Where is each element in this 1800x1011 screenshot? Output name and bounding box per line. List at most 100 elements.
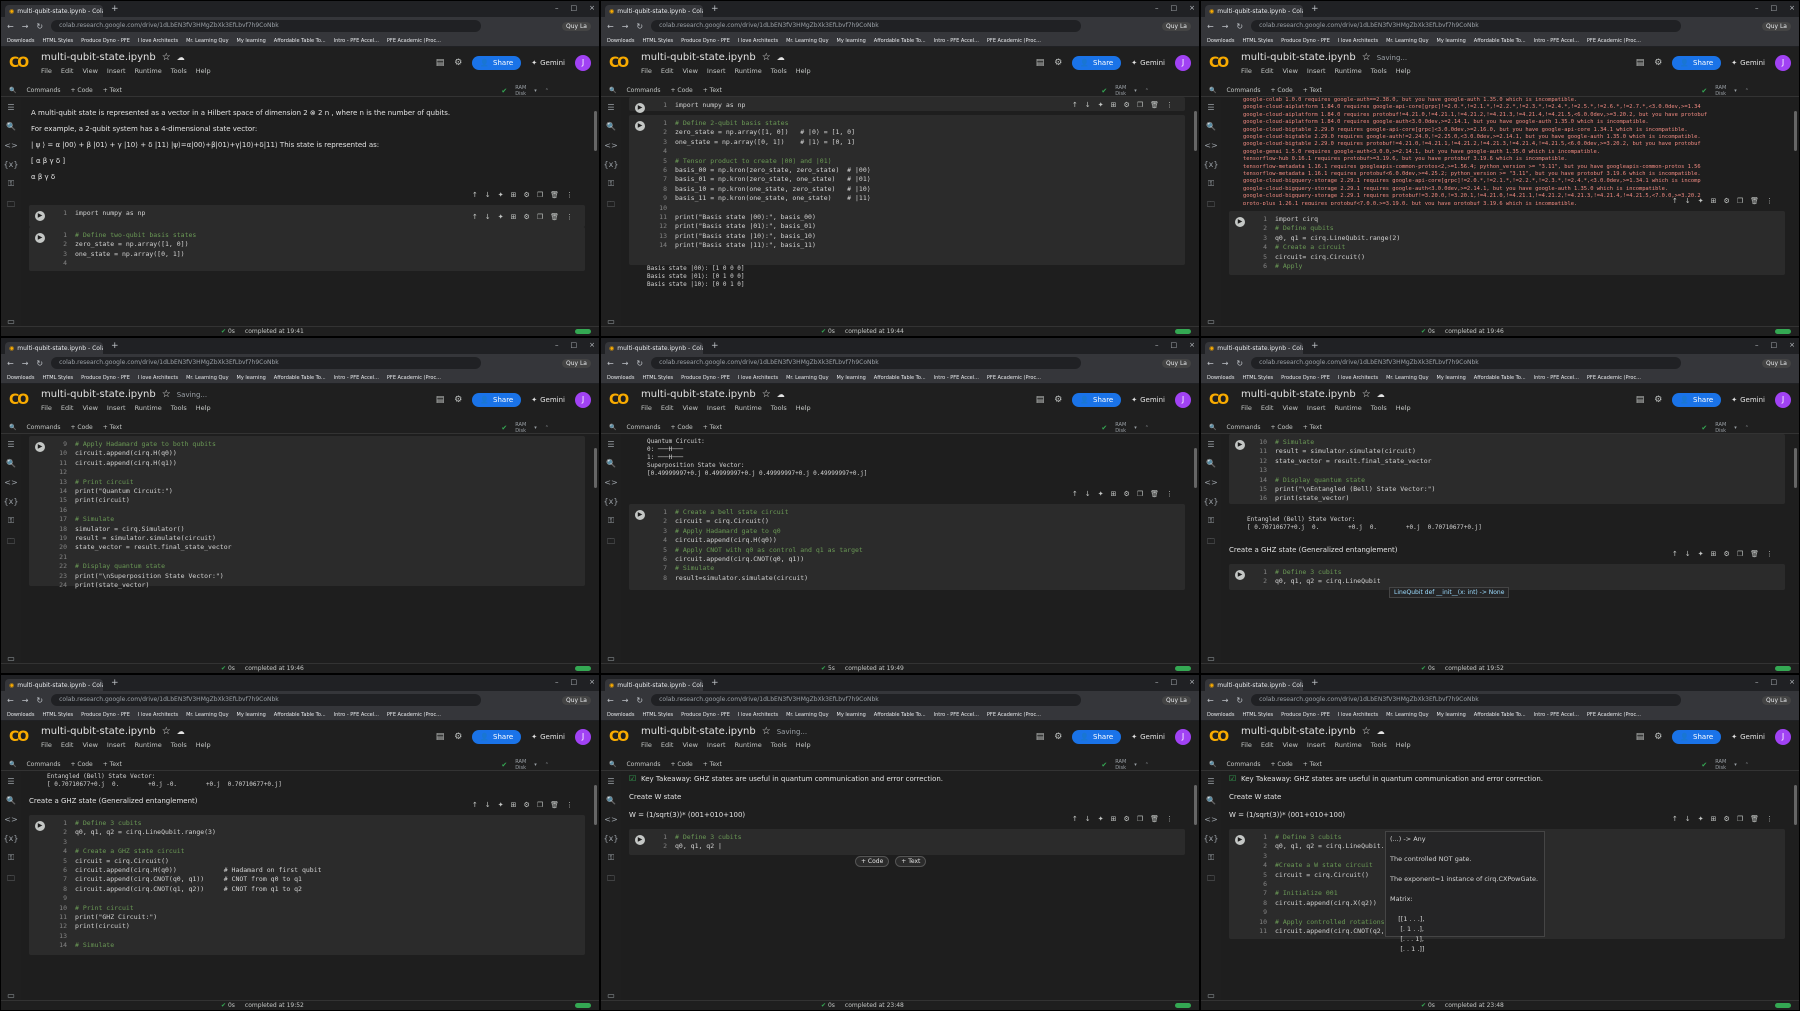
menu-file[interactable]: File <box>41 741 52 749</box>
colab-logo-icon[interactable]: CO <box>9 392 29 408</box>
bookmark-item[interactable]: Intro - PFE Accel... <box>934 712 979 718</box>
comment-icon[interactable]: ⊞ <box>1711 197 1717 205</box>
add-text-button[interactable]: + Text <box>703 87 722 94</box>
link-icon[interactable]: ✦ <box>498 801 504 809</box>
scrollbar[interactable] <box>1794 785 1797 825</box>
bookmark-item[interactable]: PFE Academic (Proc... <box>387 712 441 718</box>
arrow-down-icon[interactable]: ↓ <box>1085 490 1091 498</box>
menu-insert[interactable]: Insert <box>1307 67 1326 75</box>
browser-tab[interactable]: ◉multi-qubit-state.ipynb - Colab× <box>5 679 103 691</box>
run-cell-button[interactable]: ▶ <box>635 510 645 520</box>
reload-icon[interactable]: ↻ <box>36 359 43 368</box>
bookmark-item[interactable]: Produce Dyno - PFE <box>681 375 730 381</box>
run-cell-button[interactable]: ▶ <box>635 835 645 845</box>
search-icon[interactable]: 🔍 <box>6 796 16 805</box>
menu-insert[interactable]: Insert <box>707 67 726 75</box>
add-code-button[interactable]: + Code <box>670 761 692 768</box>
menu-insert[interactable]: Insert <box>1307 741 1326 749</box>
reload-icon[interactable]: ↻ <box>36 22 43 31</box>
star-icon[interactable]: ☆ <box>1362 726 1371 737</box>
menu-view[interactable]: View <box>82 67 97 75</box>
more-icon[interactable]: ⋮ <box>1766 550 1773 558</box>
search-icon[interactable]: 🔍 <box>1206 459 1216 468</box>
secrets-key-icon[interactable]: ⚿ <box>608 853 614 863</box>
share-button[interactable]: 👤 Share <box>472 730 522 744</box>
forward-icon[interactable]: → <box>622 359 629 368</box>
address-bar[interactable]: colab.research.google.com/drive/1dLbEN3f… <box>51 694 482 706</box>
terminal-icon[interactable]: ▭ <box>1207 654 1215 663</box>
bookmark-item[interactable]: HTML Styles <box>42 712 73 718</box>
new-tab-icon[interactable]: + <box>111 678 119 688</box>
secrets-key-icon[interactable]: ⚿ <box>608 179 614 189</box>
share-button[interactable]: 👤 Share <box>1672 56 1722 70</box>
profile-chip[interactable]: Quy La <box>561 358 591 368</box>
more-icon[interactable]: ⋮ <box>566 801 573 809</box>
comments-icon[interactable]: ▤ <box>436 732 445 742</box>
back-icon[interactable]: ← <box>1207 359 1214 368</box>
star-icon[interactable]: ☆ <box>762 52 771 63</box>
maximize-icon[interactable]: □ <box>1771 341 1778 349</box>
scrollbar[interactable] <box>1194 448 1197 488</box>
arrow-down-icon[interactable]: ↓ <box>1085 815 1091 823</box>
commands-button[interactable]: Commands <box>1226 424 1260 431</box>
colab-logo-icon[interactable]: CO <box>609 55 629 71</box>
reload-icon[interactable]: ↻ <box>36 696 43 705</box>
avatar[interactable]: J <box>1175 729 1191 745</box>
close-window-icon[interactable]: × <box>589 341 595 349</box>
secrets-key-icon[interactable]: ⚿ <box>8 179 14 189</box>
bookmark-item[interactable]: Mr. Learning Quy <box>1386 375 1428 381</box>
profile-chip[interactable]: Quy La <box>561 695 591 705</box>
forward-icon[interactable]: → <box>622 696 629 705</box>
link-icon[interactable]: ✦ <box>1698 197 1704 205</box>
menu-edit[interactable]: Edit <box>61 67 74 75</box>
file-name[interactable]: multi-qubit-state.ipynb <box>1241 52 1356 63</box>
bookmark-item[interactable]: HTML Styles <box>1242 712 1273 718</box>
address-bar[interactable]: colab.research.google.com/drive/1dLbEN3f… <box>651 20 1082 32</box>
chevron-down-icon[interactable]: ▾ <box>1734 88 1737 94</box>
delete-icon[interactable]: 🗑 <box>550 191 559 199</box>
browser-tab[interactable]: ◉multi-qubit-state.ipynb - Colab× <box>1205 679 1303 691</box>
run-cell-button[interactable]: ▶ <box>35 233 45 243</box>
ram-disk-indicator[interactable]: ✔ RAM Disk ▾ ⌃ <box>1701 759 1749 771</box>
bookmark-item[interactable]: I love Architects <box>1338 712 1378 718</box>
code-editor[interactable]: 1 import cirq 2 # Define qubits 3 q0, q1 = ci… <box>1253 215 1781 271</box>
add-text-button[interactable]: + Text <box>103 761 122 768</box>
secrets-key-icon[interactable]: ⚿ <box>1208 516 1214 526</box>
bookmark-item[interactable]: PFE Academic (Proc... <box>987 375 1041 381</box>
comments-icon[interactable]: ▤ <box>1036 395 1045 405</box>
bookmark-item[interactable]: Intro - PFE Accel... <box>334 38 379 44</box>
forward-icon[interactable]: → <box>22 359 29 368</box>
bookmark-item[interactable]: PFE Academic (Proc... <box>387 375 441 381</box>
forward-icon[interactable]: → <box>1222 359 1229 368</box>
more-icon[interactable]: ⋮ <box>566 213 573 221</box>
commands-search-icon[interactable]: 🔍 <box>9 87 16 94</box>
bookmark-item[interactable]: Produce Dyno - PFE <box>681 38 730 44</box>
bookmark-item[interactable]: Downloads <box>7 38 34 44</box>
gear-icon[interactable]: ⚙ <box>524 213 530 221</box>
add-text-button[interactable]: + Text <box>103 87 122 94</box>
file-name[interactable]: multi-qubit-state.ipynb <box>41 726 156 737</box>
menu-file[interactable]: File <box>1241 404 1252 412</box>
bookmark-item[interactable]: Produce Dyno - PFE <box>1281 375 1330 381</box>
chevron-up-icon[interactable]: ⌃ <box>545 762 549 768</box>
bookmark-item[interactable]: Intro - PFE Accel... <box>334 375 379 381</box>
menu-help[interactable]: Help <box>796 67 811 75</box>
minimize-icon[interactable]: – <box>1155 678 1159 686</box>
bookmark-item[interactable]: Intro - PFE Accel... <box>1534 375 1579 381</box>
forward-icon[interactable]: → <box>22 22 29 31</box>
secrets-key-icon[interactable]: ⚿ <box>8 516 14 526</box>
bookmark-item[interactable]: My learning <box>1437 375 1466 381</box>
file-name[interactable]: multi-qubit-state.ipynb <box>641 726 756 737</box>
bookmark-item[interactable]: Produce Dyno - PFE <box>81 38 130 44</box>
search-icon[interactable]: 🔍 <box>1206 122 1216 131</box>
maximize-icon[interactable]: □ <box>1171 678 1178 686</box>
comments-icon[interactable]: ▤ <box>436 58 445 68</box>
address-bar[interactable]: colab.research.google.com/drive/1dLbEN3f… <box>651 357 1082 369</box>
gemini-button[interactable]: ✦ Gemini <box>1131 59 1165 67</box>
bookmark-item[interactable]: My learning <box>237 712 266 718</box>
bookmark-item[interactable]: Downloads <box>1207 712 1234 718</box>
add-text-cell-button[interactable]: + Text <box>895 856 927 867</box>
bookmark-item[interactable]: Affordable Table To... <box>274 712 326 718</box>
profile-chip[interactable]: Quy La <box>1161 21 1191 31</box>
bookmark-item[interactable]: HTML Styles <box>642 712 673 718</box>
